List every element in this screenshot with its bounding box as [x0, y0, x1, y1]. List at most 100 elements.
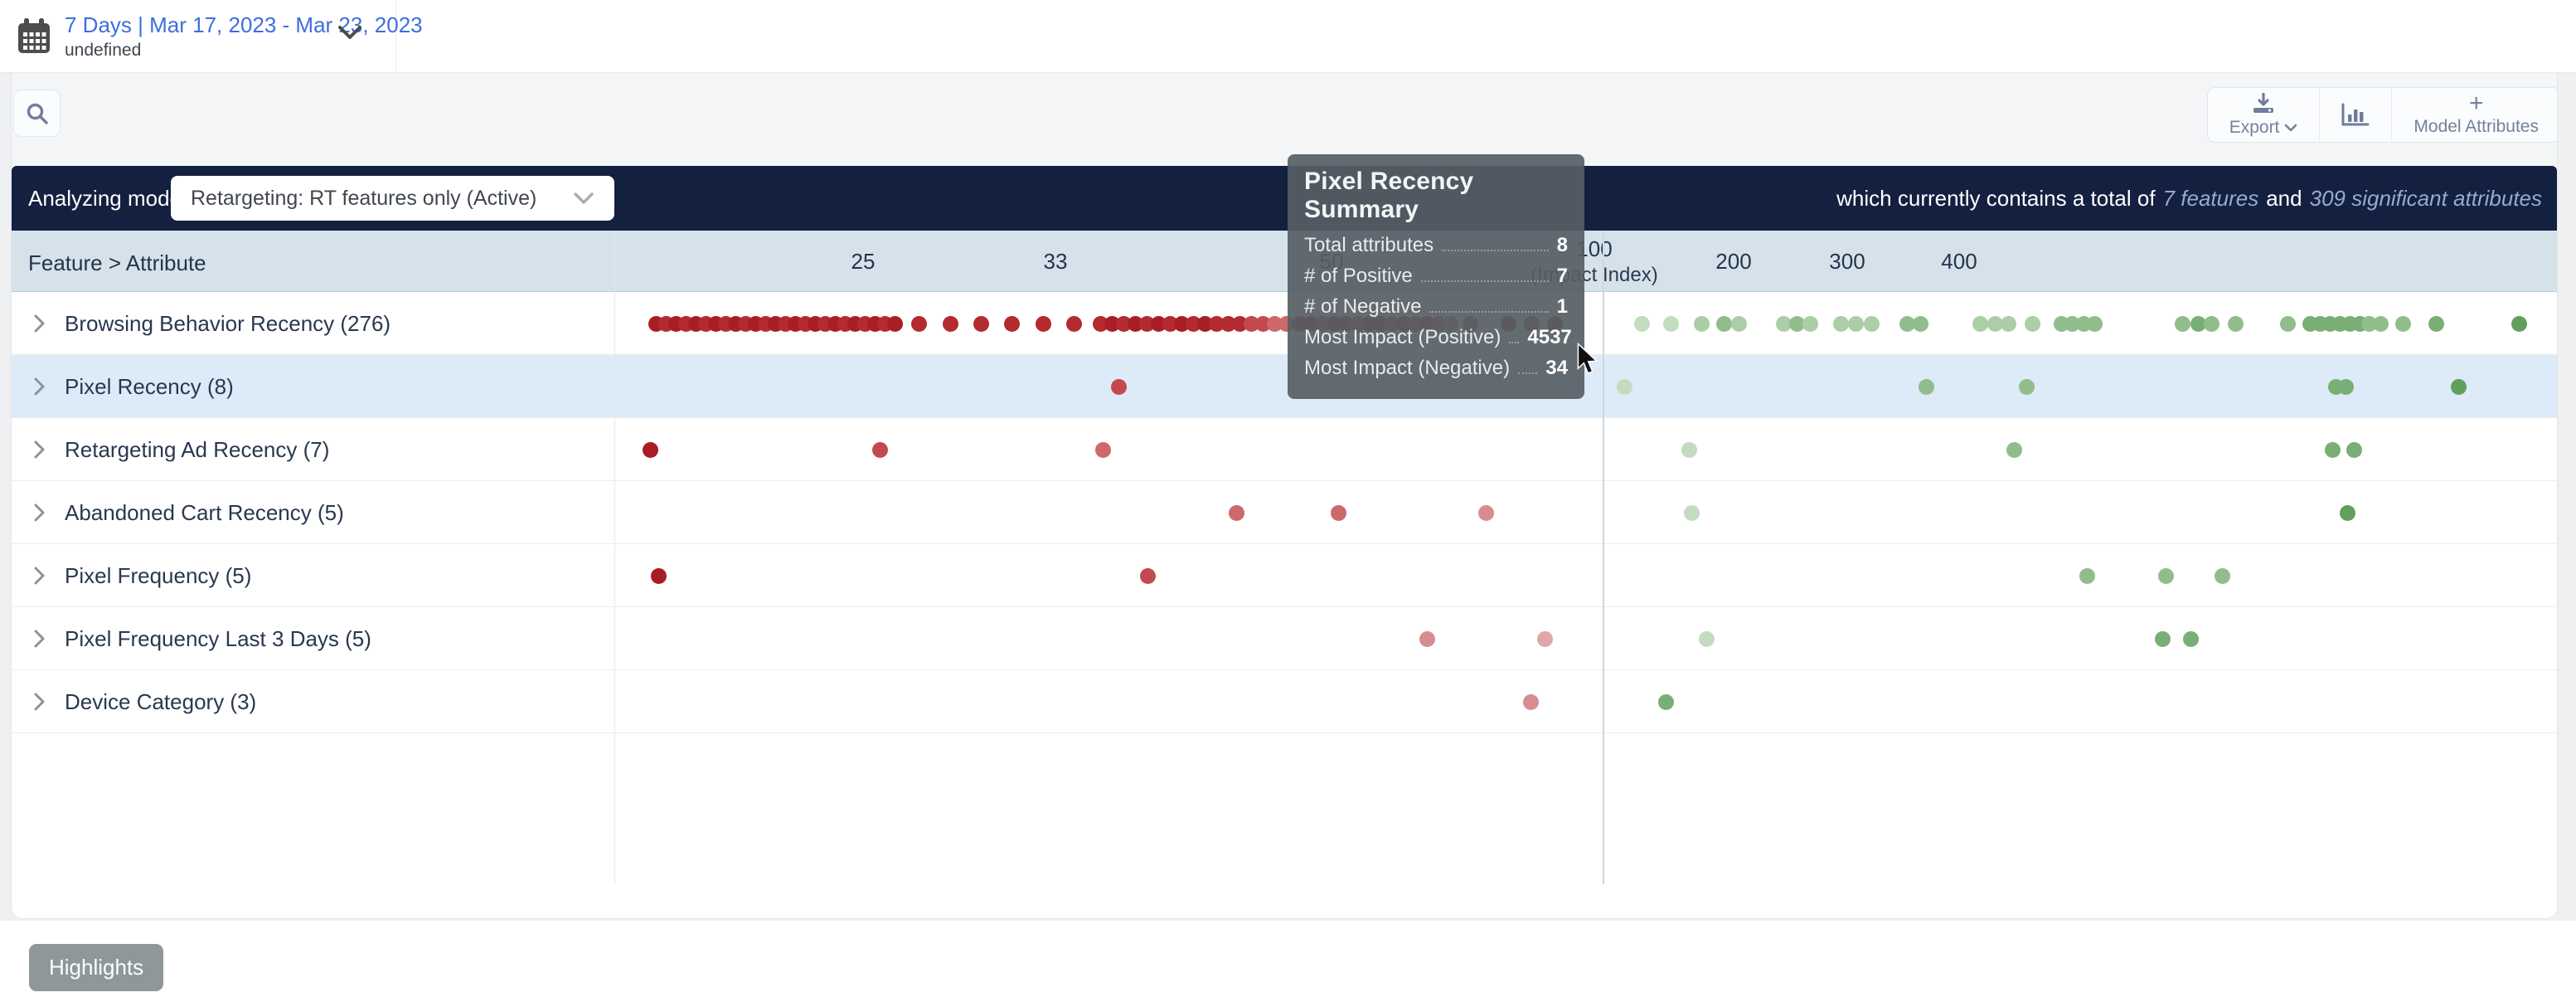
impact-dot[interactable]	[1634, 316, 1650, 332]
impact-dot[interactable]	[1913, 316, 1928, 332]
feature-row[interactable]: Pixel Frequency Last 3 Days (5)	[12, 607, 2557, 670]
feature-row[interactable]: Pixel Recency (8)	[12, 355, 2557, 418]
impact-dot[interactable]	[911, 316, 927, 332]
dotted-leader	[1509, 342, 1519, 343]
impact-dot[interactable]	[2340, 505, 2355, 521]
impact-dot[interactable]	[1699, 631, 1715, 647]
model-select-value: Retargeting: RT features only (Active)	[191, 187, 573, 211]
impact-dot[interactable]	[2280, 316, 2296, 332]
summary-prefix: which currently contains a total of	[1836, 186, 2155, 212]
impact-dot-plot	[614, 481, 2557, 544]
impact-dot[interactable]	[887, 316, 903, 332]
model-attributes-button[interactable]: + Model Attributes	[2392, 88, 2558, 142]
impact-dot[interactable]	[2428, 316, 2444, 332]
impact-dot[interactable]	[2451, 379, 2467, 395]
search-button[interactable]	[13, 90, 61, 137]
impact-dot[interactable]	[2346, 442, 2362, 458]
feature-row[interactable]: Pixel Frequency (5)	[12, 544, 2557, 607]
impact-dot[interactable]	[1331, 505, 1346, 521]
impact-dot[interactable]	[1658, 694, 1674, 710]
impact-dot[interactable]	[2338, 379, 2354, 395]
impact-dot[interactable]	[2087, 316, 2103, 332]
impact-dot[interactable]	[1229, 505, 1244, 521]
impact-dot[interactable]	[1095, 442, 1111, 458]
impact-dot[interactable]	[1864, 316, 1880, 332]
impact-dot[interactable]	[1694, 316, 1710, 332]
download-icon	[2251, 93, 2276, 114]
impact-dot[interactable]	[651, 568, 667, 584]
impact-dot[interactable]	[1972, 316, 1988, 332]
summary-attributes-count: 309 significant attributes	[2310, 186, 2542, 212]
impact-dot[interactable]	[1140, 568, 1156, 584]
impact-dot[interactable]	[2511, 316, 2527, 332]
chevron-right-icon[interactable]	[33, 314, 46, 333]
summary-and: and	[2266, 186, 2302, 212]
impact-dot[interactable]	[973, 316, 989, 332]
chevron-right-icon[interactable]	[33, 692, 46, 712]
impact-dot[interactable]	[2228, 316, 2244, 332]
impact-dot[interactable]	[2204, 316, 2219, 332]
chevron-right-icon[interactable]	[33, 440, 46, 460]
impact-dot[interactable]	[1663, 316, 1679, 332]
highlights-button[interactable]: Highlights	[29, 944, 163, 991]
impact-dot[interactable]	[2175, 316, 2190, 332]
chevron-right-icon[interactable]	[33, 503, 46, 523]
impact-dot[interactable]	[2325, 442, 2341, 458]
impact-dot[interactable]	[1681, 442, 1697, 458]
impact-dot[interactable]	[1731, 316, 1747, 332]
impact-dot[interactable]	[943, 316, 958, 332]
feature-row-label: Abandoned Cart Recency (5)	[65, 500, 344, 526]
impact-dot[interactable]	[2079, 568, 2095, 584]
tooltip-stat-row: # of Positive7	[1304, 265, 1568, 288]
impact-dot[interactable]	[1036, 316, 1051, 332]
feature-row[interactable]: Retargeting Ad Recency (7)	[12, 418, 2557, 481]
impact-dot[interactable]	[1802, 316, 1818, 332]
impact-dot[interactable]	[1848, 316, 1864, 332]
feature-row[interactable]: Device Category (3)	[12, 670, 2557, 733]
impact-dot[interactable]	[2215, 568, 2230, 584]
impact-dot[interactable]	[1066, 316, 1082, 332]
axis-tick-25: 25	[851, 231, 876, 292]
plus-icon: +	[2469, 94, 2484, 114]
top-bar: 7 Days | Mar 17, 2023 - Mar 23, 2023 und…	[0, 0, 2576, 73]
impact-dot[interactable]	[1919, 379, 1934, 395]
impact-dot[interactable]	[1684, 505, 1700, 521]
chevron-right-icon[interactable]	[33, 566, 46, 586]
impact-dot[interactable]	[1419, 631, 1435, 647]
impact-dot-plot	[614, 544, 2557, 607]
impact-dot[interactable]	[2395, 316, 2411, 332]
chart-view-button[interactable]	[2320, 88, 2392, 142]
dotted-leader	[1429, 311, 1548, 313]
date-range-label: 7 Days | Mar 17, 2023 - Mar 23, 2023	[65, 12, 423, 37]
impact-dot[interactable]	[1617, 379, 1632, 395]
impact-dot[interactable]	[2183, 631, 2199, 647]
impact-dot[interactable]	[1004, 316, 1020, 332]
feature-row[interactable]: Browsing Behavior Recency (276)	[12, 292, 2557, 355]
impact-dot[interactable]	[1523, 694, 1539, 710]
impact-dot[interactable]	[2373, 316, 2389, 332]
impact-dot[interactable]	[1833, 316, 1849, 332]
feature-row-label: Browsing Behavior Recency (276)	[65, 311, 391, 337]
impact-dot[interactable]	[2158, 568, 2174, 584]
impact-dot[interactable]	[2155, 631, 2171, 647]
impact-dot[interactable]	[1478, 505, 1494, 521]
axis-tick-33: 33	[1044, 231, 1068, 292]
impact-dot[interactable]	[643, 442, 658, 458]
impact-dot[interactable]	[2019, 379, 2035, 395]
toolbar-button-group: Export + Model Attributes	[2207, 87, 2558, 143]
impact-dot[interactable]	[872, 442, 888, 458]
impact-dot[interactable]	[2025, 316, 2040, 332]
feature-row[interactable]: Abandoned Cart Recency (5)	[12, 481, 2557, 544]
impact-dot[interactable]	[1716, 316, 1732, 332]
export-button[interactable]: Export	[2208, 88, 2321, 142]
chevron-right-icon[interactable]	[33, 377, 46, 396]
date-range-picker[interactable]: 7 Days | Mar 17, 2023 - Mar 23, 2023 und…	[0, 0, 396, 73]
chevron-right-icon[interactable]	[33, 629, 46, 649]
mouse-cursor	[1576, 343, 1601, 376]
model-select-dropdown[interactable]: Retargeting: RT features only (Active)	[171, 176, 614, 221]
impact-dot[interactable]	[2001, 316, 2016, 332]
impact-dot[interactable]	[1537, 631, 1553, 647]
impact-dot[interactable]	[1111, 379, 1127, 395]
feature-column-header: Feature > Attribute	[28, 250, 206, 276]
impact-dot[interactable]	[2006, 442, 2022, 458]
